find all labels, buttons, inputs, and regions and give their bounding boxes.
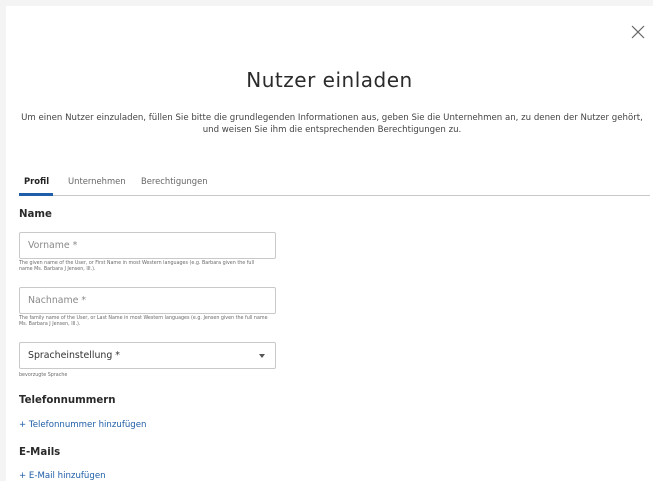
chevron-down-icon [259,354,265,358]
tab-unternehmen[interactable]: Unternehmen [68,176,126,186]
section-heading-phones: Telefonnummern [19,395,116,406]
add-email-link[interactable]: + E-Mail hinzufügen [19,471,106,481]
first-name-help: The given name of the User, or First Nam… [19,261,255,272]
invite-user-dialog: Nutzer einladen Um einen Nutzer einzulad… [6,6,653,481]
add-phone-link[interactable]: + Telefonnummer hinzufügen [19,420,147,430]
language-help: bevorzugte Sprache [19,373,68,378]
dialog-title: Nutzer einladen [246,68,413,92]
last-name-help: The family name of the User, or Last Nam… [19,316,268,327]
tab-profil[interactable]: Profil [24,176,49,186]
last-name-input[interactable] [20,288,275,313]
close-icon[interactable] [630,24,646,40]
language-select-label: Spracheinstellung * [28,350,120,361]
first-name-input[interactable] [20,233,275,258]
active-tab-indicator [19,193,53,196]
first-name-field [19,232,276,259]
dialog-description: Um einen Nutzer einzuladen, füllen Sie b… [21,113,643,135]
tab-berechtigungen[interactable]: Berechtigungen [141,176,208,186]
tab-bar: Profil Unternehmen Berechtigungen [19,174,650,196]
language-select[interactable]: Spracheinstellung * [19,342,276,369]
section-heading-name: Name [19,209,52,220]
section-heading-emails: E-Mails [19,447,61,458]
last-name-field [19,287,276,314]
